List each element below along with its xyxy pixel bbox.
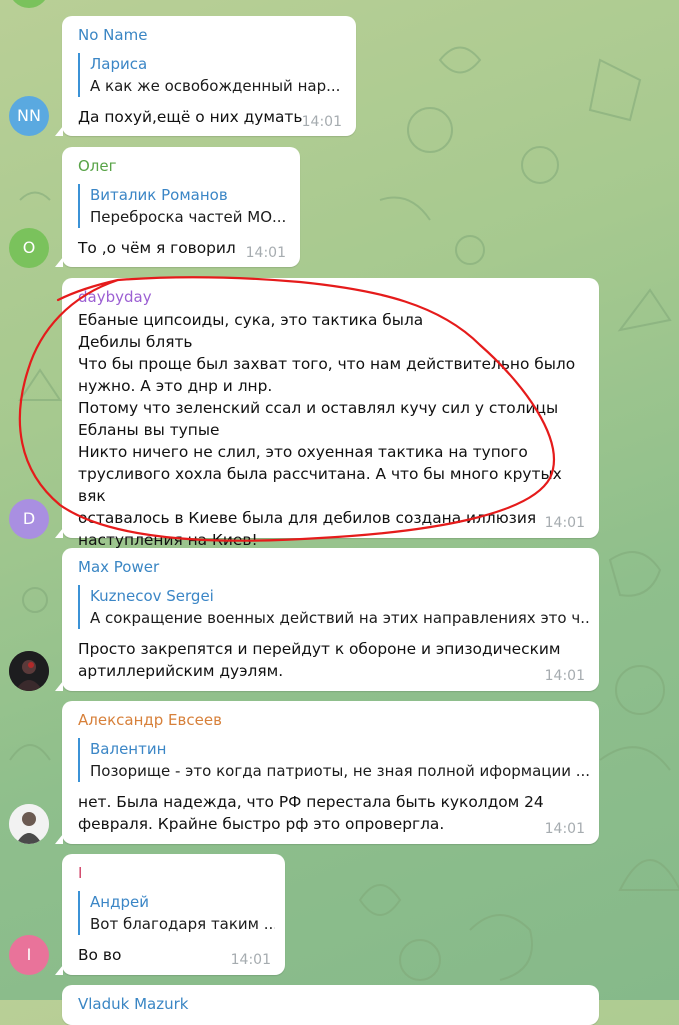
message-line: оставалось в Киеве была для дебилов созд… xyxy=(78,509,537,527)
message-line: Дебилы блять xyxy=(78,333,193,351)
message-time: 14:01 xyxy=(301,114,342,130)
avatar-initials: NN xyxy=(17,106,41,125)
message-bubble[interactable]: Олег Виталик Романов Переброска частей М… xyxy=(55,147,300,267)
avatar-initials: D xyxy=(22,509,36,528)
message-sender[interactable]: daybyday xyxy=(78,287,152,307)
avatar[interactable]: D xyxy=(9,499,49,539)
reply-snippet: Позорище - это когда патриоты, не зная п… xyxy=(90,762,590,780)
reply-author: Андрей xyxy=(90,893,149,911)
message-line: нужно. А это днр и лнр. xyxy=(78,377,273,395)
message-line: Что бы проще был захват того, что нам де… xyxy=(78,355,576,373)
avatar[interactable] xyxy=(9,804,49,844)
message-sender[interactable]: Александр Евсеев xyxy=(78,710,222,730)
avatar[interactable] xyxy=(9,651,49,691)
message-bubble[interactable]: Max Power Kuznecov Sergei А сокращение в… xyxy=(55,548,599,691)
message-text: Во во xyxy=(78,946,122,964)
message-bubble[interactable]: I Андрей Вот благодаря таким ... Во во 1… xyxy=(55,854,285,975)
reply-author: Виталик Романов xyxy=(90,186,228,204)
avatar[interactable]: I xyxy=(9,935,49,975)
avatar-initials: О xyxy=(22,238,36,257)
message-sender[interactable]: I xyxy=(78,863,82,883)
message-sender[interactable]: Олег xyxy=(78,156,117,176)
message-text: Да похуй,ещё о них думать xyxy=(78,108,303,126)
message-time: 14:01 xyxy=(544,821,585,837)
message-line: Потому что зеленский ссал и оставлял куч… xyxy=(78,399,559,417)
reply-snippet: Вот благодаря таким ... xyxy=(90,915,275,933)
message-bubble[interactable]: Александр Евсеев Валентин Позорище - это… xyxy=(55,701,599,844)
message-text: Ебаные ципсоиды, сука, это тактика была … xyxy=(78,309,588,551)
message-text: Просто закрепятся и перейдут к обороне и… xyxy=(78,638,561,682)
message-sender[interactable]: Vladuk Mazurk xyxy=(78,994,188,1014)
message-line: февраля. Крайне быстро рф это опровергла… xyxy=(78,815,445,833)
avatar-photo xyxy=(9,804,49,844)
avatar[interactable]: О xyxy=(9,228,49,268)
reply-quote[interactable]: Лариса А как же освобожденный нар... xyxy=(78,53,346,97)
message-line: артиллерийским дуэлям. xyxy=(78,662,284,680)
reply-quote[interactable]: Андрей Вот благодаря таким ... xyxy=(78,891,275,935)
message-line: нет. Была надежда, что РФ перестала быть… xyxy=(78,793,544,811)
avatar[interactable]: NN xyxy=(9,96,49,136)
reply-quote[interactable]: Kuznecov Sergei А сокращение военных дей… xyxy=(78,585,590,629)
message-line: Ебланы вы тупые xyxy=(78,421,220,439)
reply-author: Kuznecov Sergei xyxy=(90,587,214,605)
message-bubble[interactable]: daybyday Ебаные ципсоиды, сука, это такт… xyxy=(55,278,599,549)
avatar-photo xyxy=(9,651,49,691)
message-line: Ебаные ципсоиды, сука, это тактика была xyxy=(78,311,424,329)
message-sender[interactable]: No Name xyxy=(78,25,147,45)
reply-quote[interactable]: Валентин Позорище - это когда патриоты, … xyxy=(78,738,590,782)
message-time: 14:01 xyxy=(544,668,585,684)
message-time: 14:01 xyxy=(245,245,286,261)
message-text: То ,о чём я говорил xyxy=(78,239,236,257)
message-sender[interactable]: Max Power xyxy=(78,557,159,577)
reply-quote[interactable]: Виталик Романов Переброска частей МО... xyxy=(78,184,290,228)
message-text: нет. Была надежда, что РФ перестала быть… xyxy=(78,791,544,835)
avatar[interactable] xyxy=(9,0,49,8)
reply-snippet: А как же освобожденный нар... xyxy=(90,77,341,95)
message-bubble[interactable]: No Name Лариса А как же освобожденный на… xyxy=(55,16,356,136)
message-line: Никто ничего не слил, это охуенная такти… xyxy=(78,443,528,461)
reply-author: Лариса xyxy=(90,55,148,73)
reply-snippet: Переброска частей МО... xyxy=(90,208,287,226)
avatar-initials: I xyxy=(26,945,32,964)
message-bubble[interactable]: Vladuk Mazurk xyxy=(62,985,599,1025)
message-line: Просто закрепятся и перейдут к обороне и… xyxy=(78,640,561,658)
message-line: трусливого хохла была рассчитана. А что … xyxy=(78,465,562,505)
reply-author: Валентин xyxy=(90,740,167,758)
message-time: 14:01 xyxy=(230,952,271,968)
reply-snippet: А сокращение военных действий на этих на… xyxy=(90,609,590,627)
message-time: 14:01 xyxy=(544,515,585,531)
